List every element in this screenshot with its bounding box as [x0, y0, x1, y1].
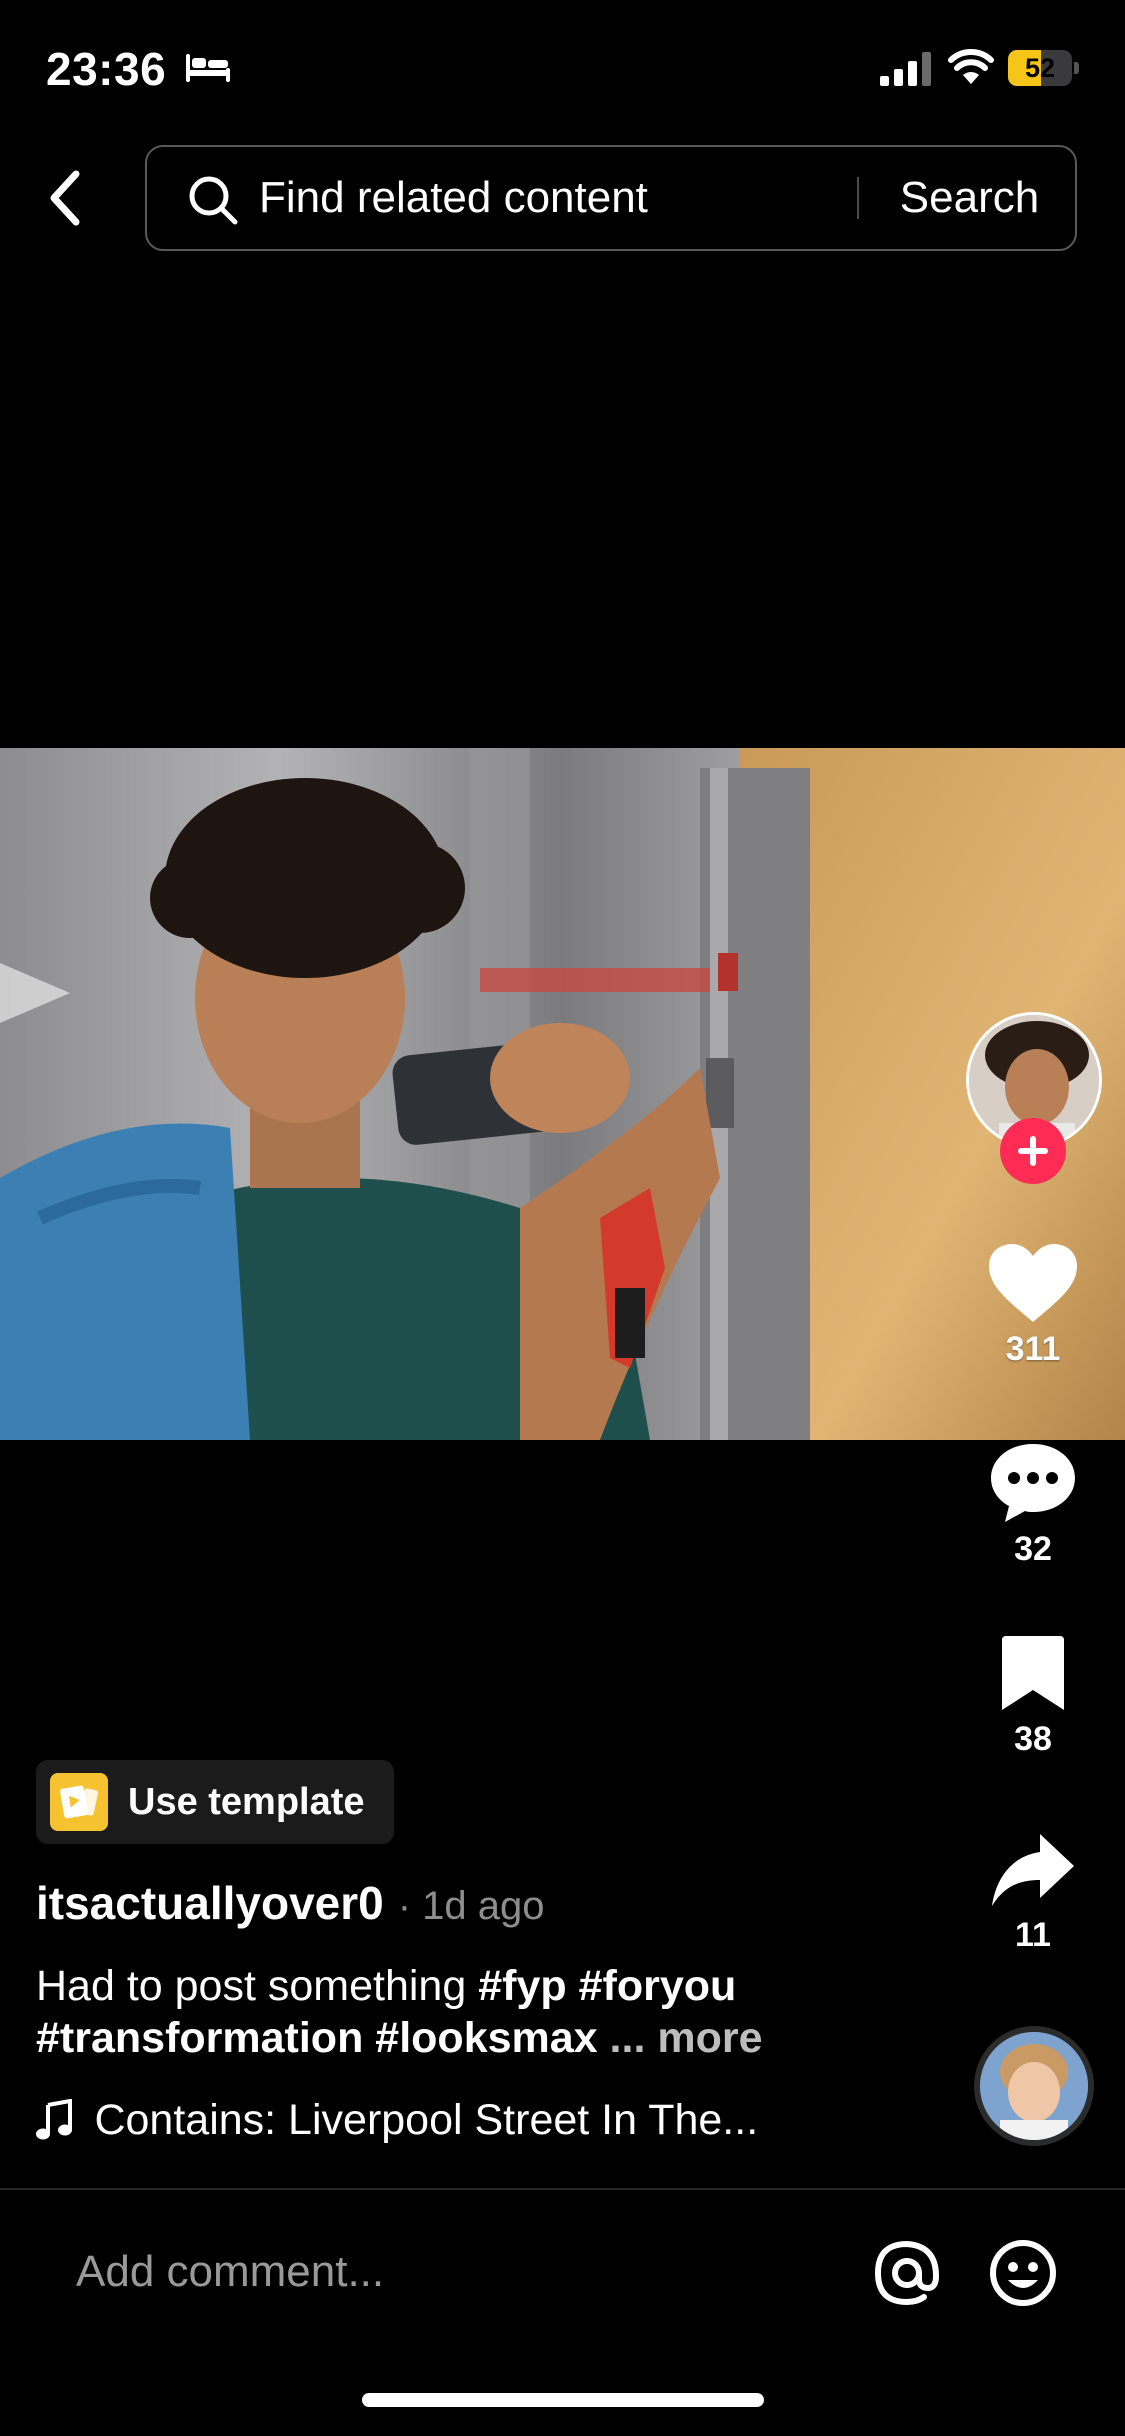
follow-button[interactable] — [1000, 1118, 1066, 1184]
bookmark-button[interactable]: 38 — [970, 1634, 1096, 1759]
bed-icon — [186, 54, 230, 82]
caption-ellipsis: ... — [609, 2014, 646, 2062]
battery-icon: 52 — [1008, 50, 1080, 86]
comment-count: 32 — [1014, 1530, 1052, 1568]
bookmark-icon — [1002, 1636, 1064, 1710]
share-arrow-icon — [992, 1834, 1074, 1906]
music-note-icon — [36, 2099, 72, 2140]
hashtag[interactable]: #foryou — [579, 1962, 737, 2010]
like-button[interactable]: 311 — [970, 1242, 1096, 1369]
like-count: 311 — [1005, 1330, 1061, 1368]
search-icon — [189, 176, 238, 225]
share-button[interactable]: 11 — [970, 1830, 1096, 1955]
at-icon[interactable] — [872, 2238, 942, 2308]
post-time: · 1d ago — [397, 1884, 545, 1928]
search-input[interactable]: Find related content — [259, 147, 648, 249]
hashtag[interactable]: #looksmax — [375, 2014, 597, 2062]
status-bar: 23:36 52 — [0, 0, 1125, 140]
search-button[interactable]: Search — [862, 147, 1077, 249]
author-line: itsactuallyover0 · 1d ago — [36, 1870, 545, 1936]
hashtag[interactable]: #fyp — [478, 1962, 566, 2010]
share-count: 11 — [1015, 1916, 1051, 1954]
use-template-label: Use template — [128, 1781, 365, 1823]
comment-divider — [0, 2188, 1125, 2190]
sound-disc[interactable] — [974, 2026, 1094, 2146]
emoji-icon[interactable] — [988, 2238, 1058, 2308]
back-button[interactable] — [36, 160, 96, 236]
comment-bubble-icon — [991, 1444, 1075, 1522]
cellular-signal-icon — [880, 52, 931, 86]
search-divider — [857, 177, 859, 219]
comment-button[interactable]: 32 — [970, 1440, 1096, 1569]
sound-disc-image — [980, 2032, 1088, 2140]
music-title: Contains: Liverpool Street In The... — [94, 2096, 759, 2144]
wifi-icon — [948, 49, 994, 84]
template-icon — [50, 1773, 108, 1831]
video-player[interactable] — [0, 748, 1125, 1440]
bookmark-count: 38 — [1014, 1720, 1052, 1758]
comment-input[interactable]: Add comment... — [76, 2232, 384, 2312]
hashtag[interactable]: #transformation — [36, 2014, 363, 2062]
author-username[interactable]: itsactuallyover0 — [36, 1877, 384, 1929]
heart-icon — [989, 1244, 1077, 1322]
status-time: 23:36 — [46, 43, 167, 95]
search-bar[interactable]: Find related content Search — [145, 145, 1077, 251]
home-indicator[interactable] — [362, 2393, 764, 2407]
use-template-button[interactable]: Use template — [36, 1760, 394, 1844]
more-link[interactable]: more — [657, 2014, 762, 2062]
battery-level: 52 — [1024, 53, 1056, 83]
post-caption: Had to post something #fyp #foryou #tran… — [36, 1960, 916, 2064]
caption-text: Had to post something — [36, 1962, 467, 2010]
music-row[interactable]: Contains: Liverpool Street In The... — [36, 2090, 758, 2150]
